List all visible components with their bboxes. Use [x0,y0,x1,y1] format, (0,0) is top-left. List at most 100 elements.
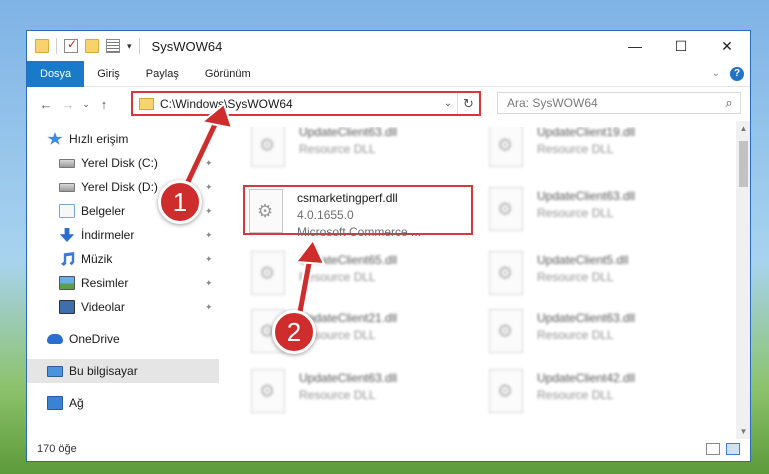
search-icon[interactable]: ⌕ [718,95,740,111]
file-type: Resource DLL [537,388,614,402]
file-tile[interactable]: UpdateClient65.dll Resource DLL [247,249,477,299]
up-arrow-icon[interactable]: ↑ [93,97,115,112]
music-icon [60,252,75,266]
file-type: Resource DLL [537,270,614,284]
sidebar-item-label: Ağ [69,396,84,410]
step-2-badge: 2 [272,310,316,354]
back-arrow-icon[interactable]: ← [35,97,57,112]
tab-home[interactable]: Giriş [84,61,133,87]
maximize-button[interactable]: ☐ [658,31,704,61]
vertical-scrollbar[interactable]: ▲ ▼ [736,121,750,439]
pin-icon: ✦ [205,181,213,192]
onedrive-icon [47,334,63,344]
forward-arrow-icon[interactable]: → [57,97,79,112]
window-title: SysWOW64 [151,38,223,54]
sidebar-item-onedrive[interactable]: OneDrive [27,327,219,351]
expand-ribbon-chevron-icon[interactable]: ⌄ [712,68,720,79]
star-icon [47,132,63,145]
highlighted-file-tile[interactable]: csmarketingperf.dll 4.0.1655.0 Microsoft… [243,185,473,239]
sidebar-item-label: Videolar [81,300,125,314]
new-folder-icon[interactable] [85,39,99,53]
tab-view[interactable]: Görünüm [192,61,264,87]
toolbar-divider [138,38,140,54]
sidebar-item-music[interactable]: Müzik ✦ [27,247,219,271]
sidebar-item-label: Belgeler [81,204,126,218]
sidebar-item-local-disk-c[interactable]: Yerel Disk (C:) ✦ [27,151,219,175]
item-count: 170 öğe [37,443,77,455]
file-tile[interactable]: UpdateClient63.dll Resource DLL [247,367,477,417]
file-tile[interactable]: UpdateClient19.dll Resource DLL [485,127,715,171]
file-tile[interactable]: UpdateClient42.dll Resource DLL [485,367,715,417]
toolbar-divider [56,38,57,54]
status-bar: 170 öğe [27,437,750,461]
dll-file-icon [489,187,523,231]
title-bar: ▾ SysWOW64 — ☐ ✕ [27,31,750,61]
pc-icon [47,365,63,377]
file-version: 4.0.1655.0 [297,208,354,222]
list-props-icon[interactable] [106,39,120,53]
help-icon[interactable]: ? [730,66,744,81]
minimize-button[interactable]: — [612,31,658,61]
sidebar-item-downloads[interactable]: İndirmeler ✦ [27,223,219,247]
sidebar-item-label: Hızlı erişim [69,132,129,146]
sidebar-item-videos[interactable]: Videolar ✦ [27,295,219,319]
address-dropdown-chevron-icon[interactable]: ⌄ [439,98,457,109]
file-company: Microsoft Commerce ... [297,225,422,239]
sidebar-item-quick-access[interactable]: Hızlı erişim [27,127,219,151]
sidebar-item-label: Bu bilgisayar [69,364,138,378]
dll-file-icon [251,369,285,413]
file-type: Resource DLL [537,328,614,342]
file-list: UpdateClient63.dll Resource DLL UpdateCl… [235,127,733,439]
step-1-badge: 1 [158,180,202,224]
refresh-icon[interactable]: ↻ [457,93,479,114]
file-name: csmarketingperf.dll [297,191,398,205]
folder-icon [139,97,154,110]
quick-access-toolbar: ▾ [27,37,140,54]
sidebar-item-label: Yerel Disk (C:) [81,156,158,170]
dll-file-icon [489,127,523,167]
file-name: UpdateClient63.dll [537,189,636,203]
tab-share[interactable]: Paylaş [133,61,192,87]
pin-icon: ✦ [205,229,213,240]
file-tile[interactable]: UpdateClient5.dll Resource DLL [485,249,715,299]
sidebar-item-label: İndirmeler [81,228,135,242]
scrollbar-thumb[interactable] [739,141,748,187]
dll-file-icon [249,189,283,233]
details-view-icon[interactable] [706,443,720,455]
documents-icon [59,204,75,218]
file-tile[interactable]: UpdateClient63.dll Resource DLL [485,185,715,235]
videos-icon [59,300,75,314]
search-input[interactable]: Ara: SysWOW64 ⌕ [497,92,741,114]
navigation-pane: Hızlı erişim Yerel Disk (C:) ✦ Yerel Dis… [27,127,219,439]
sidebar-item-label: Yerel Disk (D:) [81,180,158,194]
dll-file-icon [489,309,523,353]
dll-file-icon [489,251,523,295]
file-type: Resource DLL [299,270,376,284]
scroll-up-icon[interactable]: ▲ [736,121,750,136]
ribbon-right: ⌄ ? [712,66,750,81]
customize-toolbar-chevron-icon[interactable]: ▾ [127,41,132,52]
tab-file[interactable]: Dosya [27,60,85,87]
sidebar-item-network[interactable]: Ağ [27,391,219,415]
address-bar[interactable]: C:\Windows\SysWOW64 ⌄ ↻ [131,91,481,116]
sidebar-item-label: Müzik [81,252,113,266]
pin-icon: ✦ [205,253,213,264]
network-icon [47,396,63,410]
pin-icon: ✦ [205,277,213,288]
file-tile[interactable]: UpdateClient63.dll Resource DLL [485,307,715,357]
file-name: UpdateClient63.dll [299,127,398,139]
file-name: UpdateClient19.dll [537,127,636,139]
close-button[interactable]: ✕ [704,31,750,61]
folder-icon [35,39,49,53]
sidebar-item-this-pc[interactable]: Bu bilgisayar [27,359,219,383]
pin-icon: ✦ [205,157,213,168]
properties-check-icon[interactable] [64,37,78,53]
sidebar-item-pictures[interactable]: Resimler ✦ [27,271,219,295]
recent-locations-chevron-icon[interactable]: ⌄ [79,99,93,110]
downloads-icon [59,228,75,242]
file-tile[interactable]: UpdateClient63.dll Resource DLL [247,127,477,171]
tiles-view-icon[interactable] [726,443,740,455]
address-path[interactable]: C:\Windows\SysWOW64 [160,97,439,111]
